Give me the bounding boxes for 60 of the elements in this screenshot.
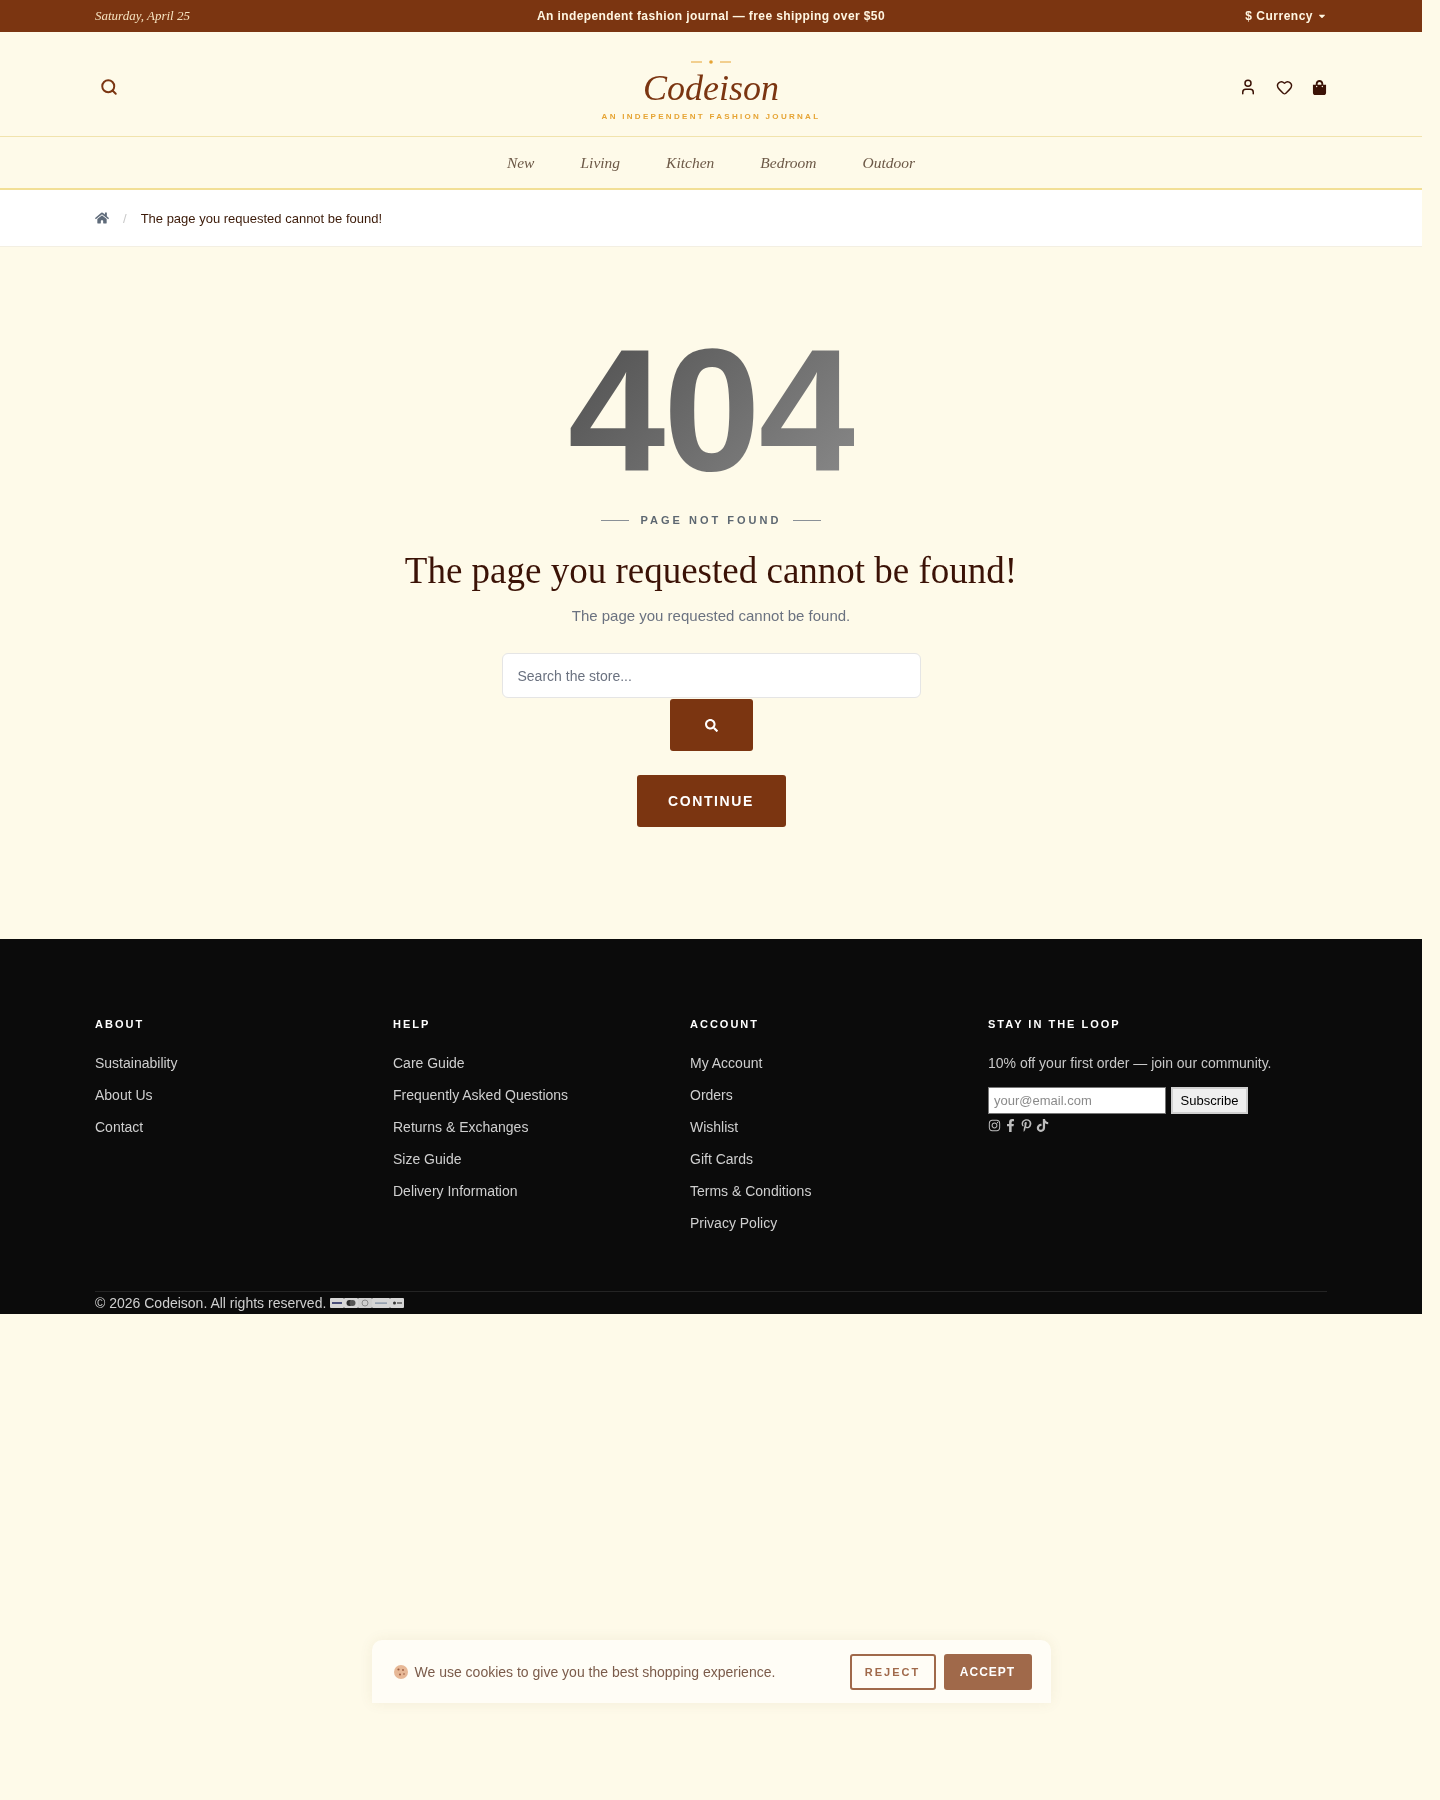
footer-link[interactable]: Wishlist [690, 1117, 739, 1137]
reject-button[interactable]: REJECT [849, 1653, 936, 1690]
facebook-icon[interactable] [1004, 1119, 1017, 1132]
date-text: Saturday, April 25 [95, 8, 190, 24]
page-title: The page you requested cannot be found! [404, 549, 1018, 593]
copyright-text: © 2026 Codeison. All rights reserved. [95, 1295, 327, 1311]
account-icon[interactable] [1239, 78, 1257, 96]
footer-link[interactable]: Delivery Information [393, 1181, 518, 1201]
instagram-icon[interactable] [988, 1119, 1001, 1132]
footer-link[interactable]: Size Guide [393, 1149, 462, 1169]
footer-heading: ACCOUNT [690, 1017, 760, 1031]
tagline: AN INDEPENDENT FASHION JOURNAL [601, 112, 821, 122]
nav-link[interactable]: Kitchen [666, 153, 715, 172]
footer-link[interactable]: Returns & Exchanges [393, 1117, 529, 1137]
breadcrumb-current: The page you requested cannot be found! [140, 210, 383, 226]
footer-heading: HELP [393, 1017, 432, 1031]
home-icon[interactable] [95, 211, 109, 225]
footer-link[interactable]: Frequently Asked Questions [393, 1085, 569, 1105]
shopping-bag-icon[interactable] [1312, 79, 1327, 95]
payment-card-icon [358, 1298, 373, 1308]
nav-link[interactable]: Bedroom [760, 153, 817, 172]
footer-link[interactable]: Care Guide [393, 1053, 465, 1073]
continue-button[interactable]: CONTINUE [636, 775, 786, 827]
tiktok-icon[interactable] [1036, 1119, 1049, 1132]
footer-heading: ABOUT [95, 1017, 146, 1031]
visa-card-icon [330, 1298, 345, 1308]
footer-link[interactable]: Gift Cards [690, 1149, 753, 1169]
footer-link[interactable]: Sustainability [95, 1053, 178, 1073]
search-icon [704, 718, 718, 732]
subscribe-button[interactable]: Subscribe [1171, 1087, 1248, 1114]
announcement-text: An independent fashion journal — free shipping over $50 [536, 9, 885, 23]
error-message: The page you requested cannot be found. [571, 606, 851, 626]
footer-link[interactable]: My Account [690, 1053, 763, 1073]
paypal-icon [372, 1298, 391, 1308]
mastercard-icon [344, 1298, 359, 1308]
search-icon[interactable] [100, 78, 118, 96]
currency-dropdown[interactable]: $ Currency [1245, 9, 1327, 23]
cookie-icon [393, 1664, 408, 1679]
eyebrow-text: PAGE NOT FOUND [640, 513, 782, 527]
cookie-message: We use cookies to give you the best shopping experience. [414, 1663, 776, 1680]
nav-link[interactable]: Living [580, 153, 621, 172]
nav-link[interactable]: Outdoor [862, 153, 916, 172]
logo[interactable]: Codeison [643, 68, 779, 108]
footer-link[interactable]: About Us [95, 1085, 153, 1105]
search-button[interactable] [669, 699, 753, 751]
footer-heading: STAY IN THE LOOP [988, 1017, 1122, 1031]
footer-link[interactable]: Contact [95, 1117, 144, 1137]
apple-pay-icon [390, 1298, 405, 1308]
nav-link[interactable]: New [506, 153, 535, 172]
accept-button[interactable]: ACCEPT [943, 1653, 1032, 1690]
ornament-icon [691, 59, 731, 65]
footer-link[interactable]: Privacy Policy [690, 1213, 778, 1233]
footer-link[interactable]: Terms & Conditions [690, 1181, 812, 1201]
search-field[interactable]: Search the store... [501, 653, 921, 698]
heart-icon[interactable] [1276, 78, 1293, 96]
email-field[interactable]: your@email.com [988, 1087, 1166, 1114]
newsletter-text: 10% off your first order — join our community. [988, 1054, 1273, 1073]
breadcrumb-separator: / [123, 210, 127, 226]
pinterest-icon[interactable] [1020, 1119, 1033, 1132]
footer-link[interactable]: Orders [690, 1085, 733, 1105]
